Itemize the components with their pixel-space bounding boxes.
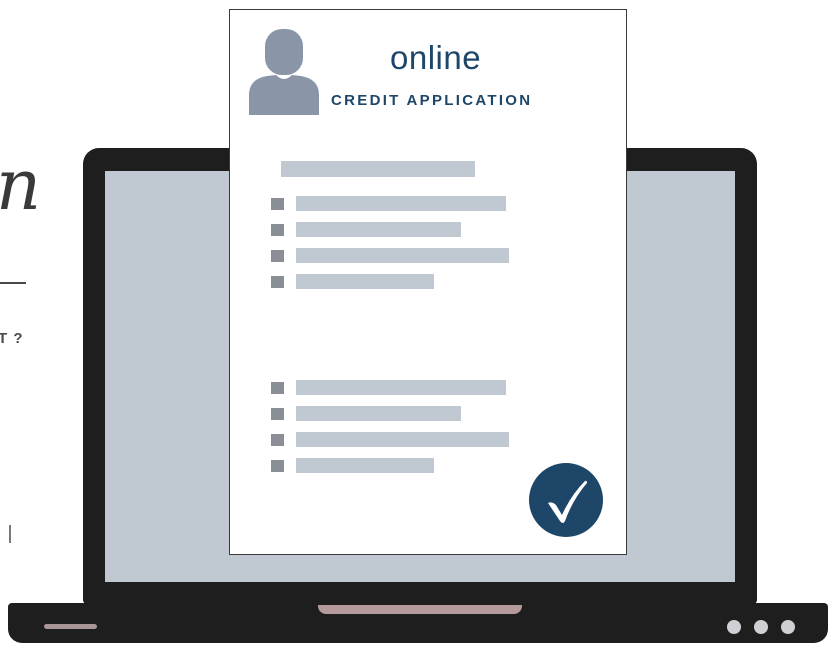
list-bullet	[271, 408, 284, 420]
script-heading-fragment: n	[0, 144, 42, 226]
list-item-placeholder	[296, 380, 506, 395]
heading-underline	[0, 282, 26, 284]
list-bullet	[271, 382, 284, 394]
laptop-slot	[44, 624, 97, 629]
indicator-light	[781, 620, 795, 634]
list-item-placeholder	[296, 222, 461, 237]
user-avatar-icon	[249, 29, 319, 115]
checkmark-badge-icon	[548, 480, 587, 523]
list-item-placeholder	[296, 274, 434, 289]
list-bullet	[271, 198, 284, 210]
question-fragment: T ?	[0, 330, 24, 347]
list-bullet	[271, 224, 284, 236]
list-item-placeholder	[296, 432, 509, 447]
list-item-placeholder	[296, 196, 506, 211]
list-bullet	[271, 276, 284, 288]
list-bullet	[271, 434, 284, 446]
text-divider-fragment	[9, 525, 11, 543]
document-title: online	[390, 39, 482, 76]
heading-placeholder-line	[281, 161, 475, 177]
list-item-placeholder	[296, 248, 509, 263]
list-bullet	[271, 250, 284, 262]
list-item-placeholder	[296, 458, 434, 473]
checkmark-badge	[529, 463, 603, 537]
laptop-hinge-notch	[318, 605, 522, 614]
list-bullet	[271, 460, 284, 472]
list-item-placeholder	[296, 406, 461, 421]
document-subtitle: CREDIT APPLICATION	[331, 92, 533, 109]
indicator-light	[754, 620, 768, 634]
indicator-light	[727, 620, 741, 634]
